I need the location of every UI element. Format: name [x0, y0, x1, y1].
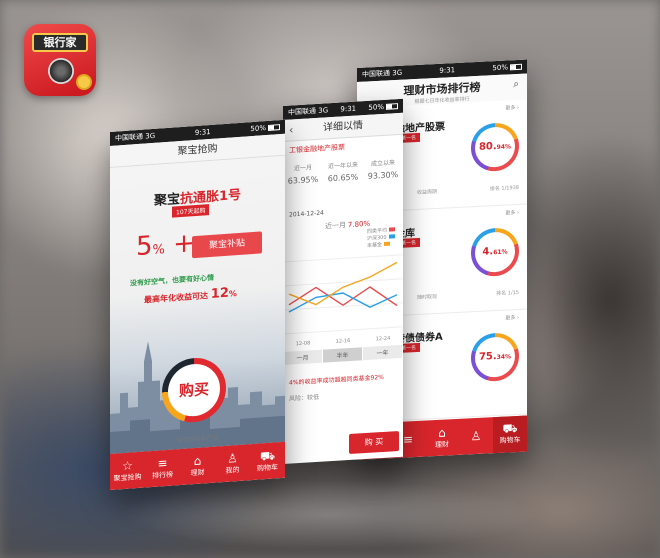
tab-label: 聚宝抢购 — [113, 472, 142, 483]
risk-note: 风险：较低 — [289, 393, 320, 403]
chart-legend: 近一月 7.80% — [325, 219, 370, 232]
value-since: 93.30% — [367, 170, 399, 181]
tab-label: 理财 — [190, 468, 205, 478]
buy-button-label: 购买 — [168, 362, 220, 418]
tab-item[interactable]: ♙ 我的 — [215, 450, 250, 476]
grid-line — [283, 278, 403, 287]
user-icon: ♙ — [470, 428, 482, 444]
tab-item[interactable]: ♙ — [459, 428, 493, 444]
period-tab-half-year[interactable]: 半年 — [323, 347, 363, 363]
battery-icon — [509, 63, 522, 71]
tab-item[interactable]: ⛟ 购物车 — [493, 415, 527, 454]
max-yield: 最高年化收益可达 12% — [144, 285, 237, 305]
product-term: 107天起购 — [172, 204, 210, 218]
value-1m: 63.95% — [287, 174, 319, 186]
battery-icon — [385, 103, 398, 110]
period-tab-year[interactable]: 一年 — [363, 344, 403, 361]
tab-label: 购物车 — [499, 435, 521, 445]
grid-line — [283, 326, 403, 335]
legend-series-1: 同类平均 — [367, 227, 388, 235]
nav-title: 详细以情 — [323, 120, 363, 134]
tab-label: 购物车 — [257, 463, 278, 473]
chart-date: 2014-12-24 — [289, 209, 324, 219]
grid-line — [283, 302, 403, 311]
more-link[interactable]: 更多 › — [505, 209, 519, 217]
tab-item[interactable]: ⌂ 理财 — [180, 453, 215, 479]
star-icon: ☆ — [122, 458, 133, 474]
search-icon[interactable]: ⌕ — [513, 79, 519, 90]
legend-label: 近一月 — [325, 221, 346, 231]
period-selector: 一月 半年 一年 — [283, 344, 403, 365]
nav-title: 聚宝抢购 — [177, 143, 218, 158]
return-value: 75.34% — [475, 336, 515, 379]
tab-label: 我的 — [225, 465, 240, 475]
tab-item[interactable]: ⛟ 购物车 — [250, 448, 285, 474]
x-tick: 12-08 — [295, 340, 311, 348]
term-label: 收益周期 — [417, 188, 438, 196]
battery-icon — [267, 124, 280, 131]
phone-promo-screen: 中国联通 3G 9:31 50% 聚宝抢购 聚宝抗通胀1号 107天起购 5% … — [110, 119, 285, 490]
x-tick: 12-16 — [335, 337, 351, 345]
term-label: 随时取现 — [417, 293, 438, 301]
back-chevron-icon[interactable]: ‹ — [289, 119, 293, 141]
user-icon: ♙ — [227, 451, 238, 466]
app-icon-label: 银行家 — [32, 33, 88, 52]
grid-line — [283, 254, 403, 263]
coin-icon — [76, 74, 92, 90]
cart-icon: ⛟ — [259, 448, 276, 464]
period-tab-month[interactable]: 一月 — [283, 349, 323, 365]
line-chart — [283, 254, 403, 335]
lens-icon — [48, 58, 74, 84]
fund-name: 工银金融地产股票 — [289, 143, 345, 155]
reflection — [120, 480, 540, 550]
return-gauge: 75.34% — [471, 331, 519, 383]
more-link[interactable]: 更多 › — [505, 104, 519, 112]
performance-note: 4%的收益率成功超越同类基金92% — [289, 373, 384, 387]
return-summary: 近一月 近一年以来 成立以来 63.95% 60.65% 93.30% — [283, 157, 403, 186]
home-icon: ⌂ — [438, 425, 446, 440]
legend-series-2: 沪深300 — [367, 234, 387, 242]
base-rate: 5% + — [136, 228, 195, 263]
app-icon[interactable]: 银行家 — [24, 24, 96, 96]
slogan: 没有好空气，也要有好心情 — [130, 273, 214, 288]
rank-label: 排名 1/1938 — [489, 184, 519, 193]
return-value: 80.94% — [475, 126, 515, 169]
tab-item[interactable]: ⌂ 理财 — [425, 425, 459, 451]
tab-item[interactable]: ☆ 聚宝抢购 — [110, 458, 145, 484]
return-value: 4.61% — [475, 231, 515, 274]
x-tick: 12-24 — [375, 335, 391, 343]
subsidy-badge: 聚宝补贴 — [192, 231, 262, 259]
rank-label: 排名 1/15 — [496, 289, 519, 298]
more-link[interactable]: 更多 › — [505, 314, 519, 322]
tab-label: 排行榜 — [152, 470, 173, 481]
series-legend: 同类平均 沪深300 本基金 — [367, 227, 396, 250]
return-gauge: 4.61% — [471, 226, 519, 278]
buy-button[interactable]: 购 买 — [349, 431, 399, 455]
cart-icon: ⛟ — [502, 420, 518, 436]
tab-item[interactable]: ≡ 排行榜 — [145, 455, 180, 481]
value-1y: 60.65% — [327, 172, 359, 184]
return-gauge: 80.94% — [471, 121, 519, 173]
legend-series-3: 本基金 — [367, 242, 383, 249]
legend-value: 7.80% — [347, 219, 371, 230]
tab-label: 理财 — [435, 440, 449, 450]
home-icon: ⌂ — [193, 453, 202, 469]
list-icon: ≡ — [157, 455, 168, 471]
phone-detail-screen: 中国联通 3G 9:31 50% ‹ 详细以情 工银金融地产股票 近一月 近一年… — [283, 98, 403, 465]
